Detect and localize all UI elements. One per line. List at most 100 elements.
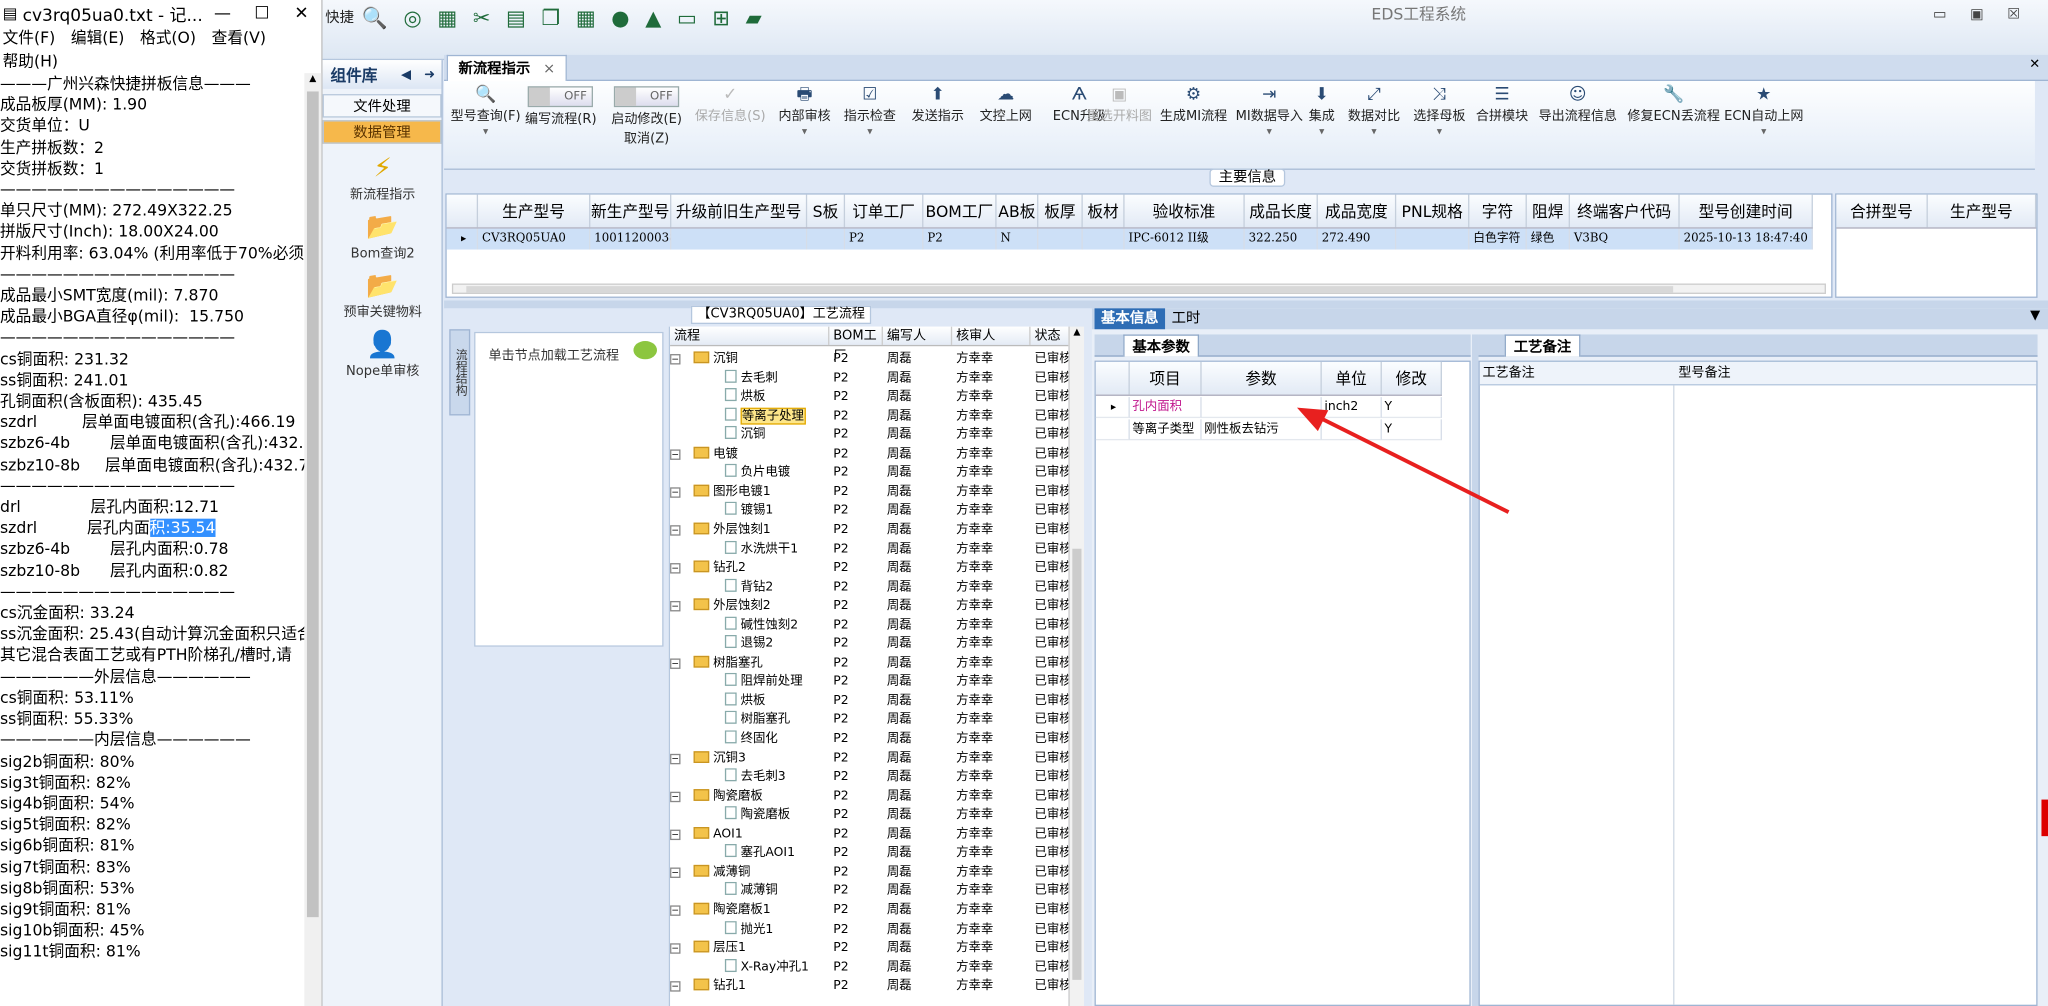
ribbon-button-11[interactable]: ⇥ MI数据导入 ▾ <box>1236 86 1303 140</box>
collapse-icon[interactable]: − <box>670 601 681 612</box>
collapse-icon[interactable]: − <box>670 487 681 498</box>
menu-file[interactable]: 文件(F) <box>3 29 56 47</box>
grid-cell[interactable]: 白色字符 <box>1469 228 1527 250</box>
ribbon-button-2[interactable]: OFF 启动修改(E) 取消(Z) <box>611 86 682 146</box>
tree-node[interactable]: 塞孔AOI1 <box>670 844 829 863</box>
menu-format[interactable]: 格式(O) <box>140 29 196 47</box>
grid-cell[interactable] <box>1083 228 1125 250</box>
tree-row[interactable]: − 外层蚀刻1 P2 周磊 方幸幸 已审核 <box>670 521 1068 540</box>
dropdown-arrow-icon[interactable]: ▾ <box>844 124 896 140</box>
search-icon[interactable]: 🔍 <box>362 5 388 30</box>
tree-node[interactable]: 抛光1 <box>670 920 829 939</box>
tree-node[interactable]: − 外层蚀刻2 <box>670 597 829 616</box>
scrollbar-thumb[interactable] <box>306 91 319 918</box>
tree-row[interactable]: − 沉铜 P2 周磊 方幸幸 已审核 <box>670 350 1068 369</box>
tree-row[interactable]: 负片电镀 P2 周磊 方幸幸 已审核 <box>670 464 1068 483</box>
ribbon-button-5[interactable]: ☑ 指示检查 ▾ <box>844 86 896 140</box>
col-prod-model[interactable]: 生产型号 <box>1928 194 2037 228</box>
grid-cell[interactable]: 10011200038795 <box>590 228 672 250</box>
grid-hscrollbar[interactable] <box>451 283 1826 294</box>
tree-row[interactable]: 水洗烘干1 P2 周磊 方幸幸 已审核 <box>670 540 1068 559</box>
menu-help[interactable]: 帮助(H) <box>3 52 58 70</box>
tree-row[interactable]: 烘板 P2 周磊 方幸幸 已审核 <box>670 692 1068 711</box>
notepad-scrollbar[interactable]: ▲ <box>304 73 322 1006</box>
ribbon-button-12[interactable]: ⬇ 集成 ▾ <box>1309 86 1335 140</box>
dropdown-arrow-icon[interactable]: ▾ <box>778 124 830 140</box>
ribbon-button-1[interactable]: OFF 编写流程(R) <box>525 86 597 127</box>
col-edit[interactable]: 修改 <box>1382 361 1442 395</box>
dropdown-arrow-icon[interactable]: ▾ <box>1348 124 1400 140</box>
tree-node[interactable]: 陶瓷磨板 <box>670 806 829 825</box>
copy-icon[interactable]: ❐ <box>541 5 560 30</box>
tree-node[interactable]: − 沉铜 <box>670 350 829 369</box>
chevron-down-icon[interactable]: ▼ <box>2030 308 2040 322</box>
scrollbar-thumb[interactable] <box>1072 548 1082 980</box>
tree-row[interactable]: − 钻孔1 P2 周磊 方幸幸 已审核 <box>670 977 1068 996</box>
grid-cell[interactable]: IPC-6012 II级 <box>1125 228 1245 250</box>
grid-cell[interactable] <box>671 228 808 250</box>
col-bom-factory[interactable]: BOM工厂 <box>829 326 883 363</box>
scrollbar-thumb[interactable] <box>466 286 1674 293</box>
tabbar-more-icon[interactable]: ✕ <box>2029 57 2040 71</box>
tree-row[interactable]: − 电镀 P2 周磊 方幸幸 已审核 <box>670 445 1068 464</box>
tree-node[interactable]: 退锡2 <box>670 635 829 654</box>
ribbon-button-16[interactable]: ☺ 导出流程信息 <box>1539 86 1617 125</box>
collapse-icon[interactable]: − <box>670 867 681 878</box>
tree-node[interactable]: 负片电镀 <box>670 464 829 483</box>
ribbon-button-6[interactable]: ⬆ 发送指示 <box>912 86 964 125</box>
flow-tree-scrollbar[interactable]: ▲ <box>1068 326 1085 1006</box>
tree-row[interactable]: 终固化 P2 周磊 方幸幸 已审核 <box>670 730 1068 749</box>
collapse-icon[interactable]: − <box>670 354 681 365</box>
grid-column-header[interactable]: 型号创建时间 <box>1680 194 1813 228</box>
tree-row[interactable]: − 层压1 P2 周磊 方幸幸 已审核 <box>670 939 1068 958</box>
grid-cell[interactable]: V3BQ <box>1570 228 1680 250</box>
param-cell-item[interactable]: 孔内面积 <box>1129 397 1202 419</box>
tree-row[interactable]: 碱性蚀刻2 P2 周磊 方幸幸 已审核 <box>670 616 1068 635</box>
col-checker[interactable]: 核审人 <box>952 326 1031 345</box>
tree-node[interactable]: − 外层蚀刻1 <box>670 521 829 540</box>
menu-view[interactable]: 查看(V) <box>212 29 266 47</box>
nav-item-bom[interactable]: 📂 Bom查询2 <box>323 210 443 261</box>
lifebuoy-icon[interactable]: ◎ <box>403 5 421 30</box>
ribbon-button-10[interactable]: ⚙ 生成MI流程 <box>1160 86 1227 125</box>
toggle-switch[interactable]: OFF <box>528 86 594 108</box>
collapse-icon[interactable]: − <box>670 753 681 764</box>
tree-row[interactable]: 去毛刺3 P2 周磊 方幸幸 已审核 <box>670 768 1068 787</box>
scroll-up-icon[interactable]: ▲ <box>304 73 321 83</box>
tree-row[interactable]: − AOI1 P2 周磊 方幸幸 已审核 <box>670 825 1068 844</box>
tree-row[interactable]: 烘板 P2 周磊 方幸幸 已审核 <box>670 388 1068 407</box>
tree-node[interactable]: − 钻孔1 <box>670 977 829 996</box>
grid-column-header[interactable]: 成品宽度 <box>1318 194 1397 228</box>
col-item[interactable]: 项目 <box>1130 361 1202 395</box>
grid-cell[interactable]: 322.250 <box>1245 228 1318 250</box>
collapse-icon[interactable]: − <box>670 829 681 840</box>
collapse-icon[interactable]: − <box>670 563 681 574</box>
col-flow[interactable]: 流程 <box>670 326 830 345</box>
ribbon-button-0[interactable]: 🔍 型号查询(F) ▾ <box>451 86 521 140</box>
tree-node[interactable]: − 陶瓷磨板 <box>670 787 829 806</box>
tree-node[interactable]: 镀锡1 <box>670 502 829 521</box>
tree-row[interactable]: 镀锡1 P2 周磊 方幸幸 已审核 <box>670 502 1068 521</box>
tree-row[interactable]: 背钻2 P2 周磊 方幸幸 已审核 <box>670 578 1068 597</box>
grid-cell[interactable] <box>1396 228 1470 250</box>
tree-node[interactable]: 去毛刺3 <box>670 768 829 787</box>
tree-row[interactable]: − 陶瓷磨板 P2 周磊 方幸幸 已审核 <box>670 787 1068 806</box>
tab-file-processing[interactable]: 文件处理 <box>322 94 442 118</box>
collapse-icon[interactable]: − <box>670 943 681 954</box>
ribbon-button-3[interactable]: ✓ 保存信息(S) <box>695 86 766 125</box>
collapse-icon[interactable]: − <box>670 449 681 460</box>
collapse-icon[interactable]: − <box>670 905 681 916</box>
tree-row[interactable]: 树脂塞孔 P2 周磊 方幸幸 已审核 <box>670 711 1068 730</box>
splitter[interactable] <box>444 300 2048 309</box>
grid-column-header[interactable]: 板材 <box>1083 194 1125 228</box>
tree-row[interactable]: − 陶瓷磨板1 P2 周磊 方幸幸 已审核 <box>670 901 1068 920</box>
ribbon-button-14[interactable]: ⤨ 选择母板 ▾ <box>1413 86 1465 140</box>
tab-data-management[interactable]: 数据管理 <box>322 120 442 144</box>
app-restore-icon[interactable]: ▣ <box>1970 5 2007 22</box>
chart-icon[interactable]: ▲ <box>645 5 661 30</box>
dropdown-arrow-icon[interactable]: ▾ <box>1724 124 1803 140</box>
grid-cell[interactable]: 绿色 <box>1527 228 1570 250</box>
ribbon-button-18[interactable]: ★ ECN自动上网 ▾ <box>1724 86 1803 140</box>
tree-node[interactable]: 烘板 <box>670 692 829 711</box>
minimize-icon[interactable]: — <box>203 3 243 23</box>
